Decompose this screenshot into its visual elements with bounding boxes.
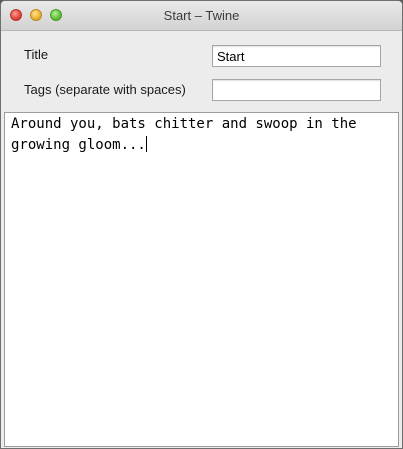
passage-properties-form: Title Tags (separate with spaces) xyxy=(1,31,402,111)
passage-body-text: Around you, bats chitter and swoop in th… xyxy=(11,116,366,153)
passage-editor-window: Start – Twine Title Tags (separate with … xyxy=(0,0,403,449)
text-cursor xyxy=(145,136,147,152)
title-label: Title xyxy=(24,47,49,62)
title-input[interactable] xyxy=(212,45,381,67)
tags-input[interactable] xyxy=(212,79,381,101)
window-title: Start – Twine xyxy=(163,8,240,23)
passage-text-editor[interactable]: Around you, bats chitter and swoop in th… xyxy=(4,112,399,447)
title-bar[interactable]: Start – Twine xyxy=(1,1,402,31)
tags-label: Tags (separate with spaces) xyxy=(24,82,186,97)
